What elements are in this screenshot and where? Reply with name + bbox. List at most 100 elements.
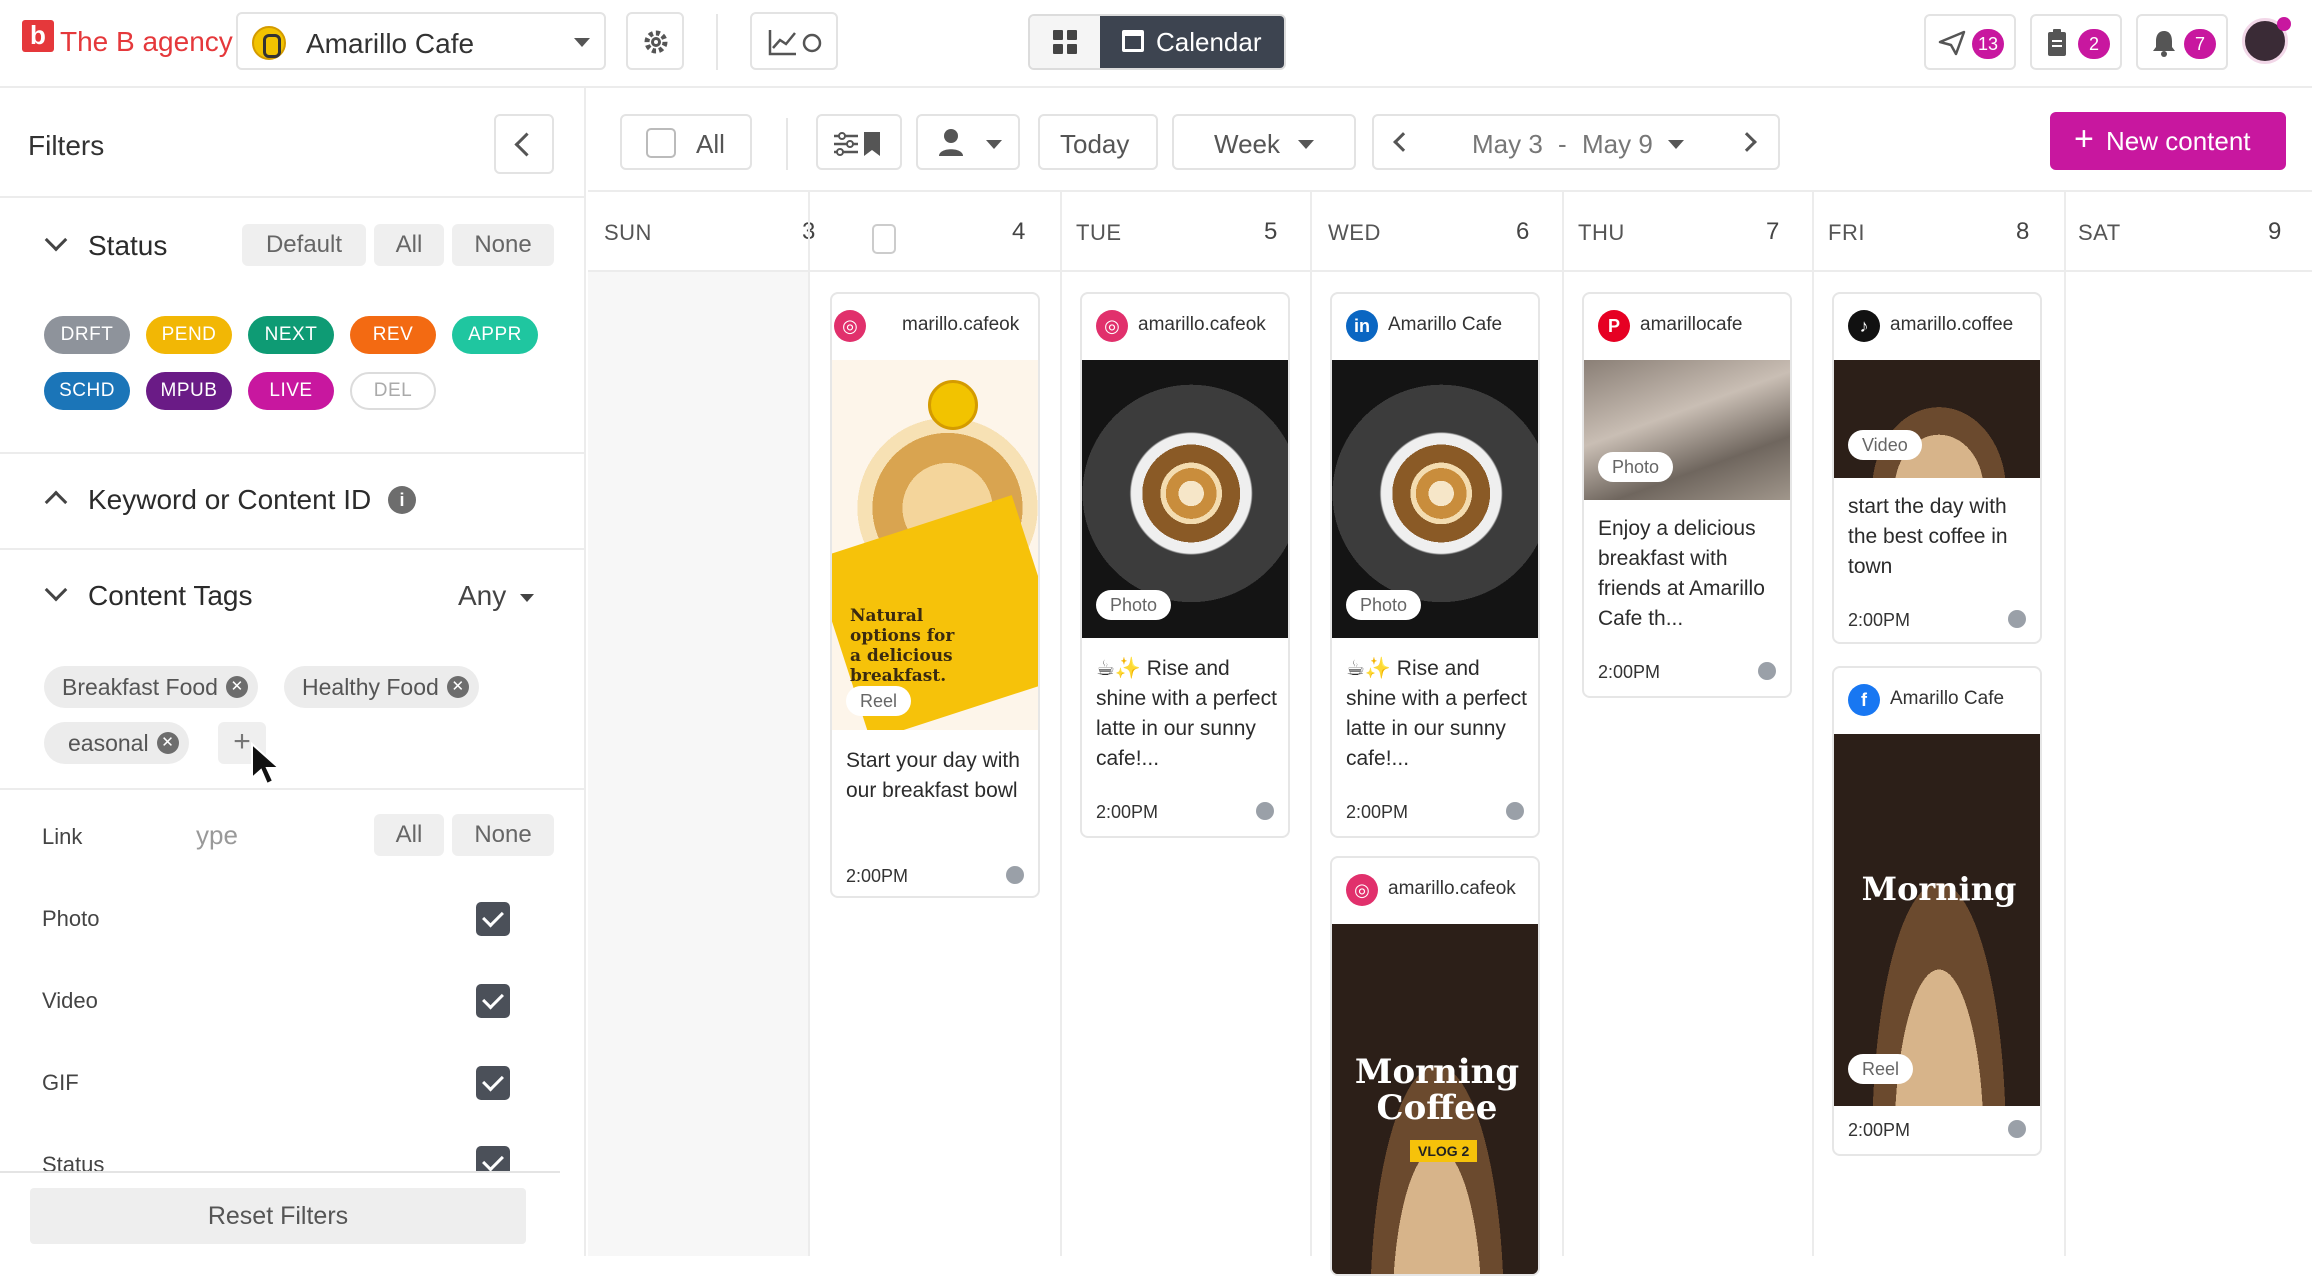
chevron-down-icon (574, 38, 590, 47)
post-card[interactable]: P amarillocafe Photo Enjoy a delicious b… (1582, 292, 1792, 698)
tags-match-mode[interactable]: Any (458, 580, 506, 612)
tag-chip[interactable]: Healthy Food ✕ (284, 666, 479, 708)
remove-tag-icon[interactable]: ✕ (446, 676, 469, 698)
chevron-down-icon[interactable] (44, 228, 68, 252)
chevron-down-icon[interactable] (520, 594, 534, 602)
sunday-column (588, 272, 808, 1256)
media-type-badge: Photo (1346, 590, 1422, 620)
post-card[interactable]: ◎ marillo.cafeok Natural options for a d… (830, 292, 1040, 898)
post-card-header: P amarillocafe (1584, 294, 1790, 360)
post-caption: start the day with the best coffee in to… (1848, 495, 2008, 578)
view-toggle[interactable]: Calendar (1028, 14, 1286, 70)
select-all-button[interactable]: All (620, 114, 752, 170)
chevron-left-icon (1393, 132, 1413, 152)
instagram-icon: ◎ (1096, 310, 1128, 342)
remove-tag-icon[interactable]: ✕ (156, 732, 179, 754)
status-chip-del[interactable]: DEL (350, 372, 436, 410)
notifications-button[interactable]: 7 (2136, 14, 2228, 70)
user-avatar[interactable] (2242, 17, 2291, 64)
post-time: 2:00PM (846, 866, 909, 886)
instagram-icon: ◎ (834, 310, 866, 342)
type-row-photo: Photo (42, 906, 100, 931)
publish-queue-button[interactable]: 13 (1924, 14, 2016, 70)
overlay-sub: VLOG 2 (1410, 1140, 1478, 1162)
filter-toggle-button[interactable] (816, 114, 902, 170)
post-media: Natural options for a delicious breakfas… (832, 360, 1038, 730)
calendar-view-label: Calendar (1156, 27, 1262, 57)
post-card[interactable]: ◎ amarillo.cafeok Photo ☕✨ Rise and shin… (1080, 292, 1290, 838)
chevron-down-icon (1668, 140, 1684, 149)
media-type-badge: Video (1848, 430, 1922, 460)
previous-week-button[interactable] (1374, 116, 1430, 168)
post-caption: Start your day with our breakfast bowl (846, 749, 1020, 802)
post-card[interactable]: ♪ amarillo.coffee Video start the day wi… (1832, 292, 2042, 644)
status-all-button[interactable]: All (374, 224, 444, 266)
post-card-header: ◎ amarillo.cafeok (1082, 294, 1288, 360)
day-num-6: 6 (1516, 218, 1530, 245)
status-default-button[interactable]: Default (242, 224, 366, 266)
post-time: 2:00PM (1598, 662, 1661, 682)
type-all-button[interactable]: All (374, 814, 444, 856)
post-card[interactable]: in Amarillo Cafe Photo ☕✨ Rise and shine… (1330, 292, 1540, 838)
date-range-picker[interactable]: May 3 - May 9 (1472, 116, 1702, 168)
chevron-down-icon[interactable] (44, 578, 68, 602)
status-chip-appr[interactable]: APPR (452, 316, 538, 354)
pinterest-icon: P (1598, 310, 1630, 342)
gif-checkbox[interactable] (476, 1066, 510, 1100)
status-none-button[interactable]: None (452, 224, 554, 266)
photo-checkbox[interactable] (476, 902, 510, 936)
post-time: 2:00PM (1346, 802, 1409, 822)
calendar-view-button[interactable]: Calendar (1100, 16, 1284, 68)
divider (786, 118, 788, 170)
status-chip-pend[interactable]: PEND (146, 316, 232, 354)
post-media: Photo (1584, 360, 1790, 500)
date-range-navigator: May 3 - May 9 (1372, 114, 1780, 170)
chart-icon (768, 30, 822, 56)
column-divider (1060, 190, 1062, 1256)
assignee-filter-button[interactable] (916, 114, 1020, 170)
type-none-button[interactable]: None (452, 814, 554, 856)
collapse-sidebar-button[interactable] (494, 114, 554, 174)
day-num-7: 7 (1766, 218, 1780, 245)
next-week-button[interactable] (1724, 116, 1780, 168)
settings-button[interactable] (626, 12, 684, 70)
status-chip-schd[interactable]: SCHD (44, 372, 130, 410)
filters-title: Filters (28, 130, 105, 161)
info-icon[interactable]: i (388, 486, 416, 514)
today-button[interactable]: Today (1038, 114, 1158, 170)
overlay-title: Morning Coffee (1354, 1052, 1520, 1128)
account-selector[interactable]: Amarillo Cafe (236, 12, 606, 70)
new-content-button[interactable]: + New content (2050, 112, 2286, 170)
post-card-header: in Amarillo Cafe (1332, 294, 1538, 360)
post-card[interactable]: ◎ amarillo.cafeok Morning Coffee VLOG 2 (1330, 856, 1540, 1276)
status-chip-mpub[interactable]: MPUB (146, 372, 232, 410)
tag-chip[interactable]: Breakfast Food ✕ (44, 666, 258, 708)
week-range-select[interactable]: Week (1172, 114, 1356, 170)
chevron-up-icon[interactable] (44, 490, 68, 514)
tasks-button[interactable]: 2 (2030, 14, 2122, 70)
calendar-header: SUN 3 4 TUE 5 WED 6 THU 7 FRI 8 SAT 9 (588, 190, 2312, 272)
tag-chip[interactable]: easonal ✕ (44, 722, 189, 764)
person-icon (939, 129, 963, 156)
post-card[interactable]: f Amarillo Cafe Morning Reel 2:00PM (1832, 666, 2042, 1156)
status-chip-live[interactable]: LIVE (248, 372, 334, 410)
analytics-button[interactable] (750, 12, 838, 70)
day-select-checkbox[interactable] (872, 224, 896, 254)
select-all-checkbox[interactable] (646, 128, 676, 158)
status-dot (1256, 802, 1274, 820)
chevron-down-icon (1298, 140, 1314, 149)
post-media: Morning Coffee VLOG 2 (1332, 924, 1538, 1274)
grid-view-button[interactable] (1030, 16, 1100, 68)
day-num-9: 9 (2268, 218, 2282, 245)
reset-filters-button[interactable]: Reset Filters (30, 1188, 526, 1244)
day-name-tue: TUE (1076, 220, 1122, 245)
status-chip-drft[interactable]: DRFT (44, 316, 130, 354)
tag-label: Healthy Food (302, 674, 439, 700)
status-chip-next[interactable]: NEXT (248, 316, 334, 354)
video-checkbox[interactable] (476, 984, 510, 1018)
post-account: amarillo.cafeok (1138, 314, 1266, 335)
post-account: amarillo.cafeok (1388, 878, 1516, 899)
post-caption: ☕✨ Rise and shine with a perfect latte i… (1346, 657, 1527, 770)
remove-tag-icon[interactable]: ✕ (225, 676, 248, 698)
status-chip-rev[interactable]: REV (350, 316, 436, 354)
